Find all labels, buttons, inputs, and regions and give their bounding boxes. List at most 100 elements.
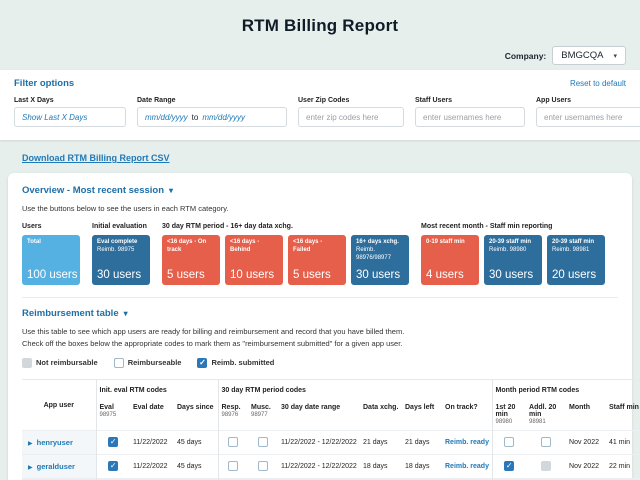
musc-checkbox[interactable] [258,437,268,447]
eval-checkbox[interactable]: ✓ [108,461,118,471]
reimbursement-section-header[interactable]: Reimbursement table ▾ [22,308,618,319]
overview-card-value: 100 users [27,269,75,281]
date-range-start-input[interactable]: mm/dd/yyyy [145,113,188,122]
col-resp: Resp.98976 [218,399,248,431]
overview-card-button[interactable]: Total 100 users [22,235,80,285]
reimbursement-heading: Reimbursement table [22,308,119,319]
date-range-cell: 11/22/2022 - 12/22/2022 [278,430,360,454]
overview-card-title: <16 days - Failed [293,239,341,255]
col-days-left: Days left [402,399,442,431]
caret-down-icon: ▾ [124,309,128,318]
legend-label: Not reimbursable [36,358,98,367]
company-select-value: BMGCQA [561,50,603,61]
user-zip-codes-label: User Zip Codes [298,97,404,104]
overview-card-value: 30 users [97,269,145,281]
last-x-days-control[interactable]: Show Last X Days [14,107,126,127]
expand-row-icon[interactable]: ▶ [28,465,33,471]
addl-20-min-cell [526,430,566,454]
app-user-link[interactable]: henryuser [37,438,73,447]
overview-card-title: <16 days - On track [167,239,215,255]
expand-row-icon[interactable]: ▶ [28,441,33,447]
legend-unchecked-checkbox[interactable] [114,358,124,368]
overview-group-label: Users [22,223,80,230]
data-xchg-cell: 18 days [360,454,402,478]
table-row: ▶ henryuser ✓ 11/22/202245 days 11/22/2022 -… [22,430,640,454]
musc-cell [248,454,278,478]
overview-group: Most recent month - Staff min reporting 0… [421,223,605,285]
company-label: Company: [505,51,547,61]
date-range-end-input[interactable]: mm/dd/yyyy [202,113,245,122]
overview-card-button[interactable]: <16 days - On track5 users [162,235,220,285]
overview-group: Users Total 100 users [22,223,80,285]
app-user-link[interactable]: geralduser [37,462,75,471]
app-users-label: App Users [536,97,640,104]
overview-heading: Overview - Most recent session [22,185,164,196]
musc-checkbox[interactable] [258,461,268,471]
overview-card-title: Eval complete [97,239,145,247]
overview-card-button[interactable]: Eval completeReimb. 9897530 users [92,235,150,285]
eval-checkbox[interactable]: ✓ [108,437,118,447]
overview-cards: <16 days - On track5 users<16 days - Beh… [162,235,409,285]
app-users-input[interactable] [544,113,638,122]
first-20-min-checkbox[interactable] [504,437,514,447]
days-since-cell: 45 days [174,454,218,478]
overview-card-value: 20 users [552,269,600,281]
date-range-label: Date Range [137,97,287,104]
overview-cards: 0-19 staff min4 users20-39 staff minReim… [421,235,605,285]
overview-group: 30 day RTM period - 16+ day data xchg.<1… [162,223,409,285]
company-select[interactable]: BMGCQA ▾ [552,46,626,65]
staff-users-input[interactable] [423,113,517,122]
resp-checkbox[interactable] [228,437,238,447]
overview-cards: Total 100 users [22,235,80,285]
eval-date-cell: 11/22/2022 [130,430,174,454]
overview-card-button[interactable]: <16 days - Failed 5 users [288,235,346,285]
reimbursement-table: App user Init. eval RTM codes 30 day RTM… [22,379,640,480]
first-20-min-checkbox[interactable]: ✓ [504,461,514,471]
reimbursement-description: Use this table to see which app users ar… [22,326,618,349]
on-track-status: Reimb. ready [445,463,489,470]
overview-card-button[interactable]: <16 days - Behind10 users [225,235,283,285]
staff-min-cell: 41 min [606,430,640,454]
addl-20-min-checkbox [541,461,551,471]
overview-group: Initial evaluation Eval completeReimb. 98… [92,223,150,285]
first-20-min-cell [492,430,526,454]
overview-card-button[interactable]: 16+ days xchg.Reimb. 98976/9897730 users [351,235,409,285]
date-range-separator: to [192,113,199,122]
addl-20-min-checkbox[interactable] [541,437,551,447]
overview-group-label: Initial evaluation [92,223,150,230]
overview-description: Use the buttons below to see the users i… [22,203,618,214]
musc-cell [248,430,278,454]
table-body: ▶ henryuser ✓ 11/22/202245 days 11/22/2022 -… [22,430,640,480]
overview-card-button[interactable]: 20-39 staff minReimb. 9898120 users [547,235,605,285]
chevron-down-icon: ▾ [613,52,617,60]
download-csv-link[interactable]: Download RTM Billing Report CSV [22,153,170,163]
show-last-x-days-link[interactable]: Show Last X Days [22,113,87,122]
reset-to-default-link[interactable]: Reset to default [570,79,626,88]
legend-checked-checkbox[interactable]: ✓ [197,358,207,368]
col-eval: Eval98975 [96,399,130,431]
overview-card-subtitle: Reimb. 98980 [489,247,537,255]
data-xchg-cell: 21 days [360,430,402,454]
filter-date-range: Date Range mm/dd/yyyy to mm/dd/yyyy [137,97,287,127]
date-range-control[interactable]: mm/dd/yyyy to mm/dd/yyyy [137,107,287,127]
date-range-cell: 11/22/2022 - 12/22/2022 [278,454,360,478]
resp-checkbox[interactable] [228,461,238,471]
filter-staff-users: Staff Users [415,97,525,127]
overview-card-value: 30 users [356,269,404,281]
first-20-min-cell: ✓ [492,454,526,478]
staff-users-label: Staff Users [415,97,525,104]
legend-disabled-checkbox [22,358,32,368]
month-cell: Nov 2022 [566,454,606,478]
overview-card-title: Total [27,239,75,247]
app-user-cell: ▶ geralduser [22,454,96,478]
col-group-month-period: Month period RTM codes [492,379,640,399]
days-since-cell: 45 days [174,430,218,454]
overview-card-button[interactable]: 20-39 staff minReimb. 9898030 users [484,235,542,285]
user-zip-codes-input[interactable] [306,113,396,122]
overview-card-value: 5 users [293,269,341,281]
overview-section-header[interactable]: Overview - Most recent session ▾ [22,185,618,196]
overview-group-label: Most recent month - Staff min reporting [421,223,605,230]
col-musc: Musc.98977 [248,399,278,431]
overview-card-button[interactable]: 0-19 staff min4 users [421,235,479,285]
legend-item: ✓Reimb. submitted [197,358,274,368]
